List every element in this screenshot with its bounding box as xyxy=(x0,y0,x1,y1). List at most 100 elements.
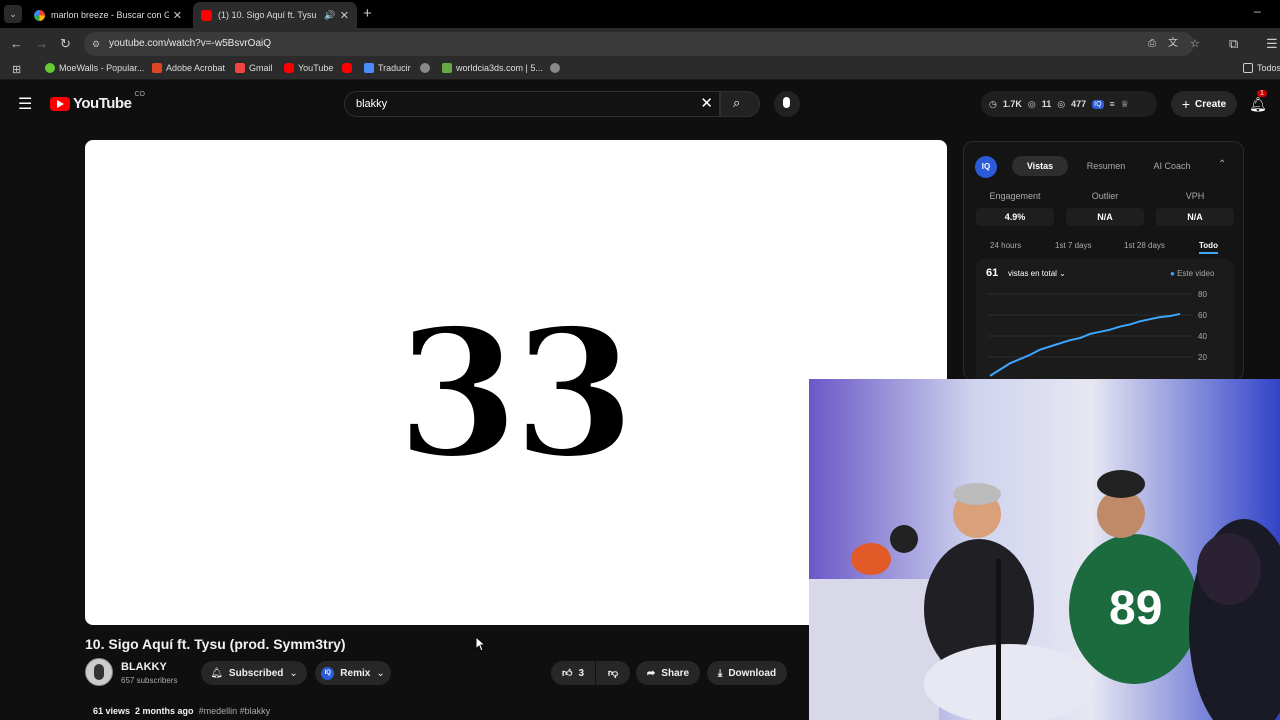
chevron-down-icon: ⌄ xyxy=(289,667,298,679)
range-24-hours[interactable]: 24 hours xyxy=(990,241,1021,250)
dislike-button[interactable]: 👎︎ xyxy=(596,661,630,685)
bookmark-worldcia3ds[interactable]: worldcia3ds.com | 5... xyxy=(442,63,543,73)
legend-dot-icon: ● xyxy=(1170,269,1175,278)
y-tick-label: 20 xyxy=(1198,353,1207,362)
share-arrow-icon: ➦ xyxy=(646,667,656,679)
youtube-icon xyxy=(201,9,212,21)
browser-tab-google[interactable]: marlon breeze - Buscar con Go ✕ xyxy=(26,2,190,28)
hamburger-menu-icon[interactable]: ☰ xyxy=(18,94,32,114)
close-tab-icon[interactable]: ✕ xyxy=(340,9,349,22)
bell-icon: 🔔︎ xyxy=(210,667,223,679)
youtube-play-icon xyxy=(50,96,70,111)
subscribed-button[interactable]: 🔔︎ Subscribed ⌄ xyxy=(201,661,307,685)
clear-search-icon[interactable]: ✕ xyxy=(700,92,713,116)
list-icon: ≡ xyxy=(1109,99,1115,109)
plush-toy xyxy=(890,525,918,553)
voice-search-button[interactable] xyxy=(774,91,800,117)
hashtags: #medellin #blakky xyxy=(198,706,271,716)
search-input[interactable]: blakky ✕ xyxy=(344,91,720,117)
reload-icon[interactable]: ↻ xyxy=(60,36,71,52)
bookmark-moewalls[interactable]: MoeWalls - Popular... xyxy=(45,63,144,73)
browser-address-bar: ← → ↻ ⚙ youtube.com/watch?v=-w5BsvrOaiQ … xyxy=(0,28,1280,60)
bell-icon: 🔔︎ xyxy=(1249,96,1267,112)
speaker-icon[interactable]: 🔊 xyxy=(324,10,335,21)
y-tick-label: 60 xyxy=(1198,311,1207,320)
like-button[interactable]: 👍︎ 3 xyxy=(551,661,595,685)
metric-label-engagement: Engagement xyxy=(989,191,1041,201)
avatar-figure-icon xyxy=(94,664,104,680)
share-button[interactable]: ➦ Share xyxy=(636,661,700,685)
y-tick-label: 40 xyxy=(1198,332,1207,341)
series-line-este-video xyxy=(989,312,1181,377)
bookmark-youtube-2[interactable] xyxy=(342,63,356,73)
channel-avatar[interactable] xyxy=(85,658,113,686)
total-views-dropdown[interactable]: vistas en total ⌄ xyxy=(1008,269,1066,278)
cast-icon[interactable]: ⎙ xyxy=(1148,32,1156,56)
extensions-icon[interactable]: ⧉ xyxy=(1229,36,1238,52)
views-chart-card: 61 vistas en total ⌄ ● Este video 80 60 40… xyxy=(976,259,1234,383)
channel-name[interactable]: BLAKKY xyxy=(121,661,167,673)
remix-button[interactable]: IQ Remix ⌄ xyxy=(315,661,391,685)
tab-ai-coach[interactable]: AI Coach xyxy=(1144,156,1200,176)
download-button[interactable]: ⤓ Download xyxy=(707,661,787,685)
moewalls-icon xyxy=(45,63,55,73)
tab-title: marlon breeze - Buscar con Go xyxy=(51,10,169,20)
translate-icon[interactable]: 文 xyxy=(1168,32,1178,56)
bookmark-star-icon[interactable]: ☆ xyxy=(1190,32,1200,56)
metric-label-vph: VPH xyxy=(1185,191,1205,201)
minimize-window-button[interactable]: – xyxy=(1254,4,1261,18)
range-1st-28-days[interactable]: 1st 28 days xyxy=(1124,241,1165,250)
close-tab-icon[interactable]: ✕ xyxy=(173,9,182,22)
globe-icon xyxy=(550,63,560,73)
bookmark-globe[interactable] xyxy=(420,63,434,73)
browser-tab-youtube[interactable]: (1) 10. Sigo Aquí ft. Tysu (p 🔊 ✕ xyxy=(193,2,357,28)
vidiq-stats-bar[interactable]: ◷ 1.7K ◎ 11 ◎ 477 IQ ≡ ♕ xyxy=(981,91,1157,117)
range-1st-7-days[interactable]: 1st 7 days xyxy=(1055,241,1091,250)
metric-value-outlier: N/A xyxy=(1066,208,1144,226)
eye-icon: ◎ xyxy=(1027,98,1036,109)
cap-right xyxy=(1097,470,1145,498)
range-todo[interactable]: Todo xyxy=(1199,241,1218,254)
download-icon: ⤓ xyxy=(717,667,723,679)
bookmark-youtube[interactable]: YouTube xyxy=(284,63,333,73)
youtube-logo[interactable]: YouTube CO xyxy=(50,91,145,112)
youtube-icon xyxy=(342,63,352,73)
folder-icon xyxy=(1243,63,1253,73)
new-tab-button[interactable]: + xyxy=(363,5,372,22)
collapse-chevron-icon[interactable]: ⌃ xyxy=(1218,159,1226,170)
tab-title: (1) 10. Sigo Aquí ft. Tysu (p xyxy=(218,10,318,20)
tab-resumen[interactable]: Resumen xyxy=(1078,156,1134,176)
metric-label-outlier: Outlier xyxy=(1091,191,1119,201)
google-icon xyxy=(34,9,45,21)
apps-grid-icon[interactable]: ⊞ xyxy=(12,63,21,76)
site-info-icon[interactable]: ⚙ xyxy=(92,32,100,56)
bookmark-traducir[interactable]: Traducir xyxy=(364,63,411,73)
bookmark-gmail[interactable]: Gmail xyxy=(235,63,273,73)
bookmark-adobe-acrobat[interactable]: Adobe Acrobat xyxy=(152,63,225,73)
tab-vistas[interactable]: Vistas xyxy=(1012,156,1068,176)
tab-list-button[interactable]: ⌄ xyxy=(4,5,22,23)
subscriber-count: 657 subscribers xyxy=(121,676,178,685)
worldcia3ds-icon xyxy=(442,63,452,73)
youtube-icon xyxy=(284,63,294,73)
menu-icon[interactable]: ☰ xyxy=(1266,36,1278,52)
forward-icon[interactable]: → xyxy=(35,36,48,51)
search-button[interactable]: ⌕ xyxy=(720,91,760,117)
chart-legend: ● Este video xyxy=(1170,269,1215,278)
logo-text: YouTube xyxy=(73,95,132,112)
video-description[interactable]: 61 views 2 months ago #medellin #blakky xyxy=(93,706,270,716)
notifications-button[interactable]: 🔔︎ 1 xyxy=(1249,90,1267,114)
metric-value-vph: N/A xyxy=(1156,208,1234,226)
translate-icon xyxy=(364,63,374,73)
total-views-count: 61 xyxy=(986,267,999,279)
table xyxy=(809,579,939,720)
back-icon[interactable]: ← xyxy=(10,36,23,51)
bookmarks-folder[interactable]: Todos xyxy=(1243,63,1280,73)
trophy-icon: ♕ xyxy=(1120,98,1129,109)
vidiq-panel: IQ Vistas Resumen AI Coach ⌃ Engagement … xyxy=(963,141,1244,383)
notification-badge: 1 xyxy=(1257,90,1267,97)
url-field[interactable]: ⚙ youtube.com/watch?v=-w5BsvrOaiQ ⎙ 文 ☆ xyxy=(84,32,1200,56)
create-button[interactable]: + Create xyxy=(1171,91,1237,117)
logo-region: CO xyxy=(134,91,145,98)
bookmark-globe-2[interactable] xyxy=(550,63,564,73)
